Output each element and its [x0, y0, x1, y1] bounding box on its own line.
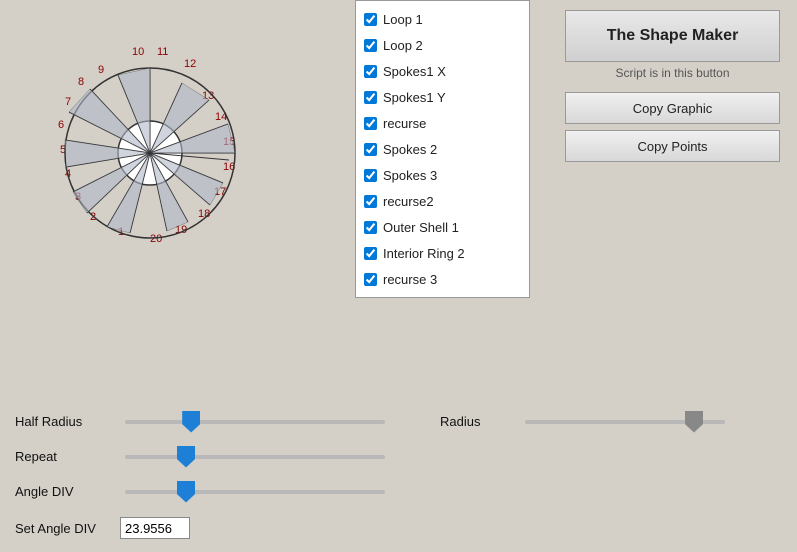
checkbox-spokes1x[interactable]: [364, 65, 377, 78]
shape-number-11: 11: [157, 46, 168, 58]
title-button[interactable]: The Shape Maker: [565, 10, 780, 62]
label-spokes1x: Spokes1 X: [383, 64, 446, 79]
label-spokes1y: Spokes1 Y: [383, 90, 446, 105]
label-recurse3: recurse 3: [383, 272, 437, 287]
main-container: 9 8 7 6 5 4 3 2 1 20 19 18 17 16 15 14 1…: [0, 0, 797, 552]
script-label: Script is in this button: [565, 66, 780, 80]
shape-number-7: 7: [65, 96, 71, 108]
checklist-item-recurse[interactable]: recurse: [356, 110, 529, 136]
shape-number-12: 12: [184, 58, 196, 70]
checkbox-recurse[interactable]: [364, 117, 377, 130]
checkbox-interioring2[interactable]: [364, 247, 377, 260]
checklist-item-recurse2[interactable]: recurse2: [356, 188, 529, 214]
checklist-item-loop1[interactable]: Loop 1: [356, 6, 529, 32]
checklist-item-loop2[interactable]: Loop 2: [356, 32, 529, 58]
right-panel: The Shape Maker Script is in this button…: [555, 0, 795, 178]
checkbox-loop1[interactable]: [364, 13, 377, 26]
set-angle-div-label: Set Angle DIV: [15, 521, 120, 536]
checklist-item-spokes2[interactable]: Spokes 2: [356, 136, 529, 162]
checkbox-loop2[interactable]: [364, 39, 377, 52]
checklist-item-recurse3[interactable]: recurse 3: [356, 266, 529, 292]
checkbox-spokes2[interactable]: [364, 143, 377, 156]
shape-number-9: 9: [98, 64, 104, 76]
shape-canvas: 9 8 7 6 5 4 3 2 1 20 19 18 17 16 15 14 1…: [10, 5, 270, 295]
checklist-item-spokes1x[interactable]: Spokes1 X: [356, 58, 529, 84]
label-loop1: Loop 1: [383, 12, 423, 27]
repeat-track[interactable]: [125, 455, 385, 459]
shape-number-20: 20: [150, 233, 162, 245]
label-outershell1: Outer Shell 1: [383, 220, 459, 235]
label-recurse2: recurse2: [383, 194, 434, 209]
checklist-panel: Loop 1 Loop 2 Spokes1 X Spokes1 Y recurs…: [355, 0, 530, 298]
label-spokes3: Spokes 3: [383, 168, 437, 183]
half-radius-thumb[interactable]: [182, 411, 200, 433]
set-angle-div-input[interactable]: [120, 517, 190, 539]
repeat-row: Repeat: [15, 449, 745, 464]
checkbox-recurse2[interactable]: [364, 195, 377, 208]
shape-number-8: 8: [78, 76, 84, 88]
set-angle-div-row: Set Angle DIV: [15, 517, 745, 539]
label-recurse: recurse: [383, 116, 426, 131]
half-radius-label: Half Radius: [15, 414, 120, 429]
radius-thumb[interactable]: [685, 411, 703, 433]
repeat-thumb[interactable]: [177, 446, 195, 468]
shape-number-6: 6: [58, 119, 64, 131]
angle-div-row: Angle DIV: [15, 484, 745, 499]
half-radius-row: Half Radius Radius: [15, 414, 745, 429]
checklist-item-spokes3[interactable]: Spokes 3: [356, 162, 529, 188]
angle-div-track[interactable]: [125, 490, 385, 494]
checklist-item-spokes1y[interactable]: Spokes1 Y: [356, 84, 529, 110]
label-spokes2: Spokes 2: [383, 142, 437, 157]
label-loop2: Loop 2: [383, 38, 423, 53]
copy-points-button[interactable]: Copy Points: [565, 130, 780, 162]
label-interioring2: Interior Ring 2: [383, 246, 465, 261]
checkbox-recurse3[interactable]: [364, 273, 377, 286]
checkbox-spokes1y[interactable]: [364, 91, 377, 104]
copy-graphic-button[interactable]: Copy Graphic: [565, 92, 780, 124]
checklist-item-outershell1[interactable]: Outer Shell 1: [356, 214, 529, 240]
checkbox-outershell1[interactable]: [364, 221, 377, 234]
angle-div-thumb[interactable]: [177, 481, 195, 503]
sliders-area: Half Radius Radius Repeat Angle DIV: [0, 406, 760, 547]
checkbox-spokes3[interactable]: [364, 169, 377, 182]
shape-number-10: 10: [132, 46, 144, 58]
repeat-label: Repeat: [15, 449, 120, 464]
radius-track[interactable]: [525, 420, 725, 424]
half-radius-track[interactable]: [125, 420, 385, 424]
checklist-item-interioring2[interactable]: Interior Ring 2: [356, 240, 529, 266]
radius-label: Radius: [440, 414, 520, 429]
angle-div-label: Angle DIV: [15, 484, 120, 499]
